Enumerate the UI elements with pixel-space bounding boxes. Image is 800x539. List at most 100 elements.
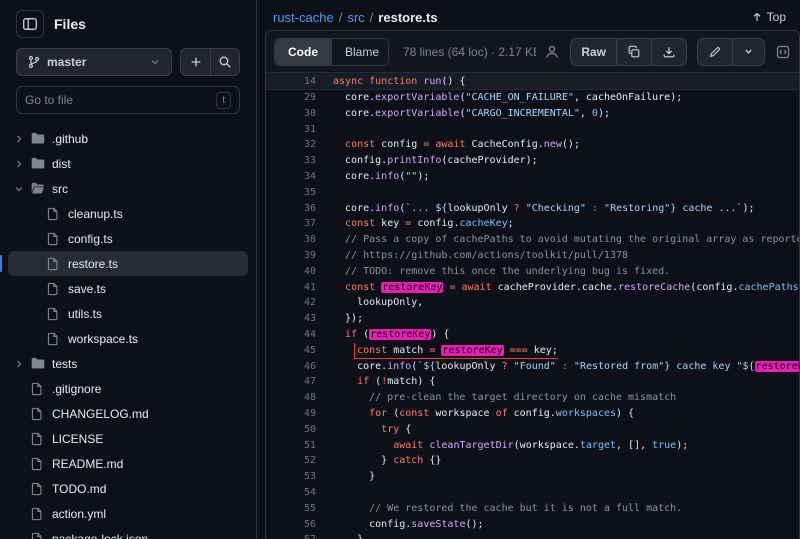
tree-item-tests[interactable]: tests [8, 351, 248, 376]
tree-item-CHANGELOG.md[interactable]: CHANGELOG.md [8, 401, 248, 426]
tree-item-cleanup.ts[interactable]: cleanup.ts [8, 201, 248, 226]
line-number[interactable]: 50 [266, 422, 316, 438]
line-number[interactable]: 42 [266, 295, 316, 311]
main-panel: rust-cache/src/restore.ts Top CodeBlame … [257, 0, 800, 539]
line-number[interactable]: 51 [266, 438, 316, 454]
tree-item-TODO.md[interactable]: TODO.md [8, 476, 248, 501]
line-number[interactable]: 44 [266, 327, 316, 343]
tree-item-save.ts[interactable]: save.ts [8, 276, 248, 301]
line-number[interactable]: 38 [266, 232, 316, 248]
line-number[interactable]: 47 [266, 374, 316, 390]
chevron-right-icon [10, 158, 28, 170]
raw-button[interactable]: Raw [571, 39, 616, 65]
file-icon [28, 432, 46, 446]
add-file-button[interactable] [181, 49, 210, 75]
file-icon [44, 232, 62, 246]
symbols-panel-icon [775, 44, 791, 60]
breadcrumb-link[interactable]: rust-cache [273, 10, 334, 25]
folder-open-icon [28, 181, 46, 196]
tree-item-utils.ts[interactable]: utils.ts [8, 301, 248, 326]
code-text: // TODO: remove this once the underlying… [316, 264, 670, 280]
back-to-top-link[interactable]: Top [751, 10, 786, 24]
line-number[interactable]: 39 [266, 248, 316, 264]
code-line: 52 } catch {} [266, 453, 799, 469]
sidebar-title: Files [54, 16, 86, 32]
tree-item-dist[interactable]: dist [8, 151, 248, 176]
line-number[interactable]: 46 [266, 359, 316, 375]
plus-icon [189, 55, 203, 69]
tree-item-label: cleanup.ts [68, 207, 123, 221]
go-to-file-field[interactable]: t [16, 86, 240, 114]
file-icon [44, 307, 62, 321]
file-icon [28, 482, 46, 496]
line-number[interactable]: 49 [266, 406, 316, 422]
file-icon [28, 532, 46, 539]
tree-item-config.ts[interactable]: config.ts [8, 226, 248, 251]
tree-item-LICENSE[interactable]: LICENSE [8, 426, 248, 451]
code-lines: 29 core.exportVariable("CACHE_ON_FAILURE… [266, 90, 799, 539]
line-number[interactable]: 52 [266, 453, 316, 469]
line-number[interactable]: 35 [266, 185, 316, 201]
code-text: const config = await CacheConfig.new(); [316, 137, 580, 153]
pencil-icon [708, 45, 722, 59]
line-number[interactable]: 53 [266, 469, 316, 485]
tab-blame[interactable]: Blame [331, 39, 389, 65]
line-number[interactable]: 31 [266, 122, 316, 138]
line-number[interactable]: 29 [266, 90, 316, 106]
branch-selector[interactable]: master [16, 48, 172, 76]
code-text: const match = restoreKey === key; [316, 343, 558, 359]
edit-dropdown-button[interactable] [732, 39, 764, 65]
line-number[interactable]: 43 [266, 311, 316, 327]
line-number[interactable]: 57 [266, 532, 316, 539]
code-line: 44 if (restoreKey) { [266, 327, 799, 343]
search-button[interactable] [210, 49, 239, 75]
collapse-sidebar-button[interactable] [16, 10, 44, 38]
breadcrumb-link[interactable]: src [347, 10, 364, 25]
chevron-down-icon [149, 56, 161, 68]
tree-item-label: action.yml [52, 507, 106, 521]
line-number[interactable]: 37 [266, 216, 316, 232]
file-icon [44, 257, 62, 271]
tab-code[interactable]: Code [275, 39, 331, 65]
code-text: await cleanTargetDir(workspace.target, [… [316, 438, 688, 454]
tree-item-label: TODO.md [52, 482, 106, 496]
tree-item-action.yml[interactable]: action.yml [8, 501, 248, 526]
code-line: 41 const restoreKey = await cacheProvide… [266, 280, 799, 296]
tree-item-.github[interactable]: .github [8, 126, 248, 151]
code-line: 34 core.info(""); [266, 169, 799, 185]
line-number[interactable]: 32 [266, 137, 316, 153]
tree-item-README.md[interactable]: README.md [8, 451, 248, 476]
line-number[interactable]: 48 [266, 390, 316, 406]
symbols-panel-button[interactable] [775, 44, 791, 60]
contributors-button[interactable] [544, 44, 560, 60]
tree-item-src[interactable]: src [8, 176, 248, 201]
sidebar-controls: master [0, 48, 256, 86]
file-icon [44, 282, 62, 296]
line-number[interactable]: 34 [266, 169, 316, 185]
tree-item-label: utils.ts [68, 307, 102, 321]
line-number[interactable]: 41 [266, 280, 316, 296]
breadcrumb: rust-cache/src/restore.ts [273, 10, 438, 25]
line-number[interactable]: 45 [266, 343, 316, 359]
tree-item-label: restore.ts [68, 257, 118, 271]
line-number[interactable]: 14 [266, 73, 316, 89]
file-tree: .githubdistsrc cleanup.ts config.ts restore… [0, 124, 256, 539]
code-text: // https://github.com/actions/toolkit/pu… [316, 248, 628, 264]
line-number[interactable]: 56 [266, 517, 316, 533]
tree-item-package-lock.json[interactable]: package-lock.json [8, 526, 248, 539]
tree-item-restore.ts[interactable]: restore.ts [8, 251, 248, 276]
go-to-file-input[interactable] [25, 93, 210, 107]
line-number[interactable]: 54 [266, 485, 316, 501]
code-line: 33 config.printInfo(cacheProvider); [266, 153, 799, 169]
line-number[interactable]: 36 [266, 201, 316, 217]
line-number[interactable]: 55 [266, 501, 316, 517]
code-text: // We restored the cache but it is not a… [316, 501, 682, 517]
tree-item-workspace.ts[interactable]: workspace.ts [8, 326, 248, 351]
copy-button[interactable] [616, 39, 651, 65]
line-number[interactable]: 33 [266, 153, 316, 169]
line-number[interactable]: 30 [266, 106, 316, 122]
download-button[interactable] [651, 39, 686, 65]
line-number[interactable]: 40 [266, 264, 316, 280]
edit-button[interactable] [698, 39, 732, 65]
tree-item-.gitignore[interactable]: .gitignore [8, 376, 248, 401]
